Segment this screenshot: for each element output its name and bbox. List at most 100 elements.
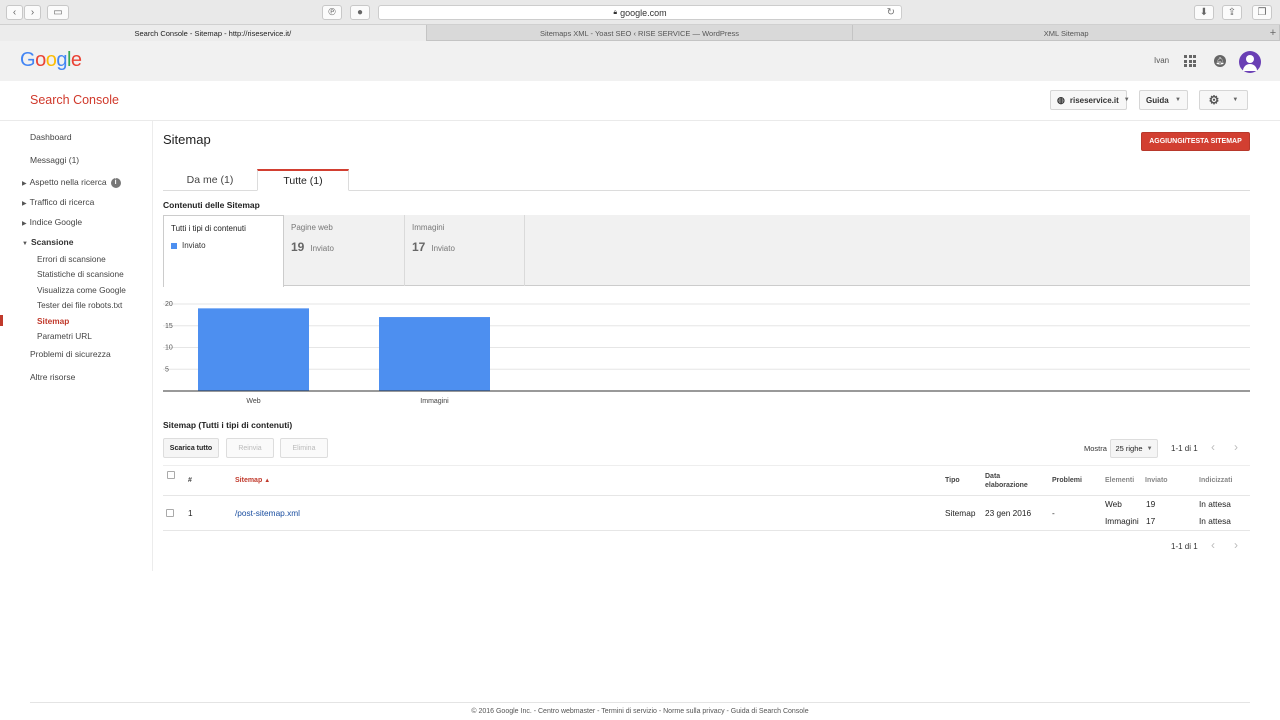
footer-divider xyxy=(30,702,1250,703)
col-header-type[interactable]: Tipo xyxy=(945,477,960,486)
sidebar-item-search-traffic[interactable]: ▶ Traffico di ricerca xyxy=(22,197,94,207)
browser-tab[interactable]: XML Sitemap xyxy=(853,25,1280,41)
extension-icon[interactable]: ● xyxy=(350,5,370,20)
sidebar-item-fetch-as-google[interactable]: Visualizza come Google xyxy=(37,285,126,295)
row-problems: - xyxy=(1052,508,1055,518)
row-type: Sitemap xyxy=(945,508,976,518)
help-label: Guida xyxy=(1146,95,1169,105)
new-tab-icon[interactable]: + xyxy=(1266,25,1280,41)
y-tick-label: 10 xyxy=(165,345,173,352)
rows-per-page-select[interactable]: 25 righe ▼ xyxy=(1110,439,1158,458)
sidebar-toggle-icon[interactable]: ▭ xyxy=(47,5,69,20)
sidebar-item-label: Scansione xyxy=(30,237,74,247)
back-icon[interactable]: ‹ xyxy=(6,5,23,20)
sidebar-item-security-issues[interactable]: Problemi di sicurezza xyxy=(30,349,111,359)
tab-by-me[interactable]: Da me (1) xyxy=(163,169,257,191)
element-sent: 19 xyxy=(1146,499,1156,509)
col-header-date[interactable]: Data elaborazione xyxy=(985,473,1033,490)
sidebar-item-other-resources[interactable]: Altre risorse xyxy=(30,372,75,382)
forward-icon[interactable]: › xyxy=(24,5,41,20)
prev-page-icon[interactable]: ‹ xyxy=(1211,538,1215,552)
tab-all[interactable]: Tutte (1) xyxy=(257,169,349,191)
property-selector[interactable]: ◍ riseservice.it ▼ xyxy=(1050,90,1130,110)
table-title: Sitemap (Tutti i tipi di contenuti) xyxy=(163,420,293,430)
sidebar-item-crawl-errors[interactable]: Errori di scansione xyxy=(37,254,106,264)
element-indexed: In attesa xyxy=(1199,516,1231,526)
x-tick-label: Web xyxy=(246,398,260,405)
row-date: 23 gen 2016 xyxy=(985,508,1032,518)
active-indicator xyxy=(0,315,3,326)
sidebar-item-robots-tester[interactable]: Tester dei file robots.txt xyxy=(37,300,122,310)
pinterest-icon[interactable]: ℗ xyxy=(322,5,342,20)
download-icon[interactable]: ⬇ xyxy=(1194,5,1214,20)
next-page-icon[interactable]: › xyxy=(1234,440,1238,454)
element-indexed: In attesa xyxy=(1199,499,1231,509)
sidebar-item-crawl-stats[interactable]: Statistiche di scansione xyxy=(37,269,124,279)
select-all-checkbox[interactable] xyxy=(167,471,175,479)
add-test-sitemap-button[interactable]: AGGIUNGI/TESTA SITEMAP xyxy=(1141,132,1250,151)
footer-links[interactable]: © 2016 Google Inc. - Centro webmaster - … xyxy=(0,708,1280,715)
sidebar-item-label: Traffico di ricerca xyxy=(29,197,95,207)
property-name: riseservice.it xyxy=(1069,95,1119,105)
row-divider xyxy=(163,530,1250,531)
help-button[interactable]: Guida ▼ xyxy=(1139,90,1188,110)
user-name[interactable]: Ivan xyxy=(1154,56,1169,65)
settings-button[interactable]: ⚙ ▼ xyxy=(1199,90,1248,110)
google-logo[interactable]: Google xyxy=(20,49,82,72)
resubmit-button[interactable]: Reinvia xyxy=(226,438,274,458)
console-title[interactable]: Search Console xyxy=(30,93,119,107)
notifications-icon[interactable]: 🔔︎ xyxy=(1214,55,1226,67)
sidebar-item-messages[interactable]: Messaggi (1) xyxy=(30,155,79,165)
browser-tab[interactable]: Sitemaps XML - Yoast SEO ‹ RISE SERVICE … xyxy=(427,25,854,41)
col-header-sent: Inviato xyxy=(1145,477,1168,484)
card-title: Immagini xyxy=(412,223,445,232)
legend-label: Inviato xyxy=(182,241,206,250)
prev-page-icon[interactable]: ‹ xyxy=(1211,440,1215,454)
reload-icon[interactable]: ↻ xyxy=(887,7,895,18)
sidebar-item-search-appearance[interactable]: ▶ Aspetto nella ricerca i xyxy=(22,177,121,188)
sidebar-item-url-parameters[interactable]: Parametri URL xyxy=(37,331,92,341)
card-web-pages[interactable]: Pagine web 19 Inviato xyxy=(284,215,405,286)
apps-grid-icon[interactable] xyxy=(1184,55,1196,67)
page-title: Sitemap xyxy=(163,132,211,147)
sidebar-item-google-index[interactable]: ▶ Indice Google xyxy=(22,217,82,227)
sitemap-chart: 5 10 15 20 Web Immagini xyxy=(163,301,1250,405)
y-tick-label: 5 xyxy=(165,366,169,373)
sidebar: Dashboard Messaggi (1) ▶ Aspetto nella ri… xyxy=(0,121,153,571)
browser-toolbar: ‹ › ▭ ℗ ● 🔒︎ google.com ↻ ⬇ ⇪ ❐ xyxy=(0,0,1280,25)
col-header-sitemap[interactable]: Sitemap ▲ xyxy=(235,477,270,486)
sidebar-item-label: Aspetto nella ricerca xyxy=(29,177,107,187)
sitemap-link[interactable]: /post-sitemap.xml xyxy=(235,508,300,518)
show-label: Mostra xyxy=(1084,444,1107,453)
chevron-right-icon: ▶ xyxy=(22,221,27,227)
row-checkbox[interactable] xyxy=(166,509,174,517)
card-unit: Inviato xyxy=(431,244,455,253)
url-text: google.com xyxy=(620,7,667,18)
download-all-button[interactable]: Scarica tutto xyxy=(163,438,219,458)
avatar[interactable] xyxy=(1239,51,1261,73)
address-bar[interactable]: 🔒︎ google.com ↻ xyxy=(378,5,902,20)
browser-tab[interactable]: Search Console - Sitemap - http://risese… xyxy=(0,25,427,41)
sidebar-item-sitemap[interactable]: Sitemap xyxy=(37,316,69,326)
chevron-right-icon: ▶ xyxy=(22,201,27,207)
col-header-problems[interactable]: Problemi xyxy=(1052,477,1082,486)
element-name: Immagini xyxy=(1105,516,1139,526)
chart-bar xyxy=(379,317,490,391)
card-all-content[interactable]: Tutti i tipi di contenuti Inviato xyxy=(163,215,284,287)
share-icon[interactable]: ⇪ xyxy=(1222,5,1242,20)
card-unit: Inviato xyxy=(310,244,334,253)
col-header-num: # xyxy=(188,477,192,484)
sidebar-item-dashboard[interactable]: Dashboard xyxy=(30,132,72,142)
card-value: 19 Inviato xyxy=(291,240,397,254)
card-count: 17 xyxy=(412,240,426,254)
info-icon[interactable]: i xyxy=(110,177,121,188)
chevron-down-icon: ▼ xyxy=(1175,97,1181,103)
delete-button[interactable]: Elimina xyxy=(280,438,328,458)
rows-per-page-value: 25 righe xyxy=(1115,444,1143,453)
tabs-overview-icon[interactable]: ❐ xyxy=(1252,5,1272,20)
next-page-icon[interactable]: › xyxy=(1234,538,1238,552)
chevron-right-icon: ▶ xyxy=(22,181,27,187)
sitemap-contents-title: Contenuti delle Sitemap xyxy=(163,200,260,210)
sidebar-item-crawl[interactable]: ▼ Scansione xyxy=(22,237,73,247)
card-images[interactable]: Immagini 17 Inviato xyxy=(405,215,525,286)
